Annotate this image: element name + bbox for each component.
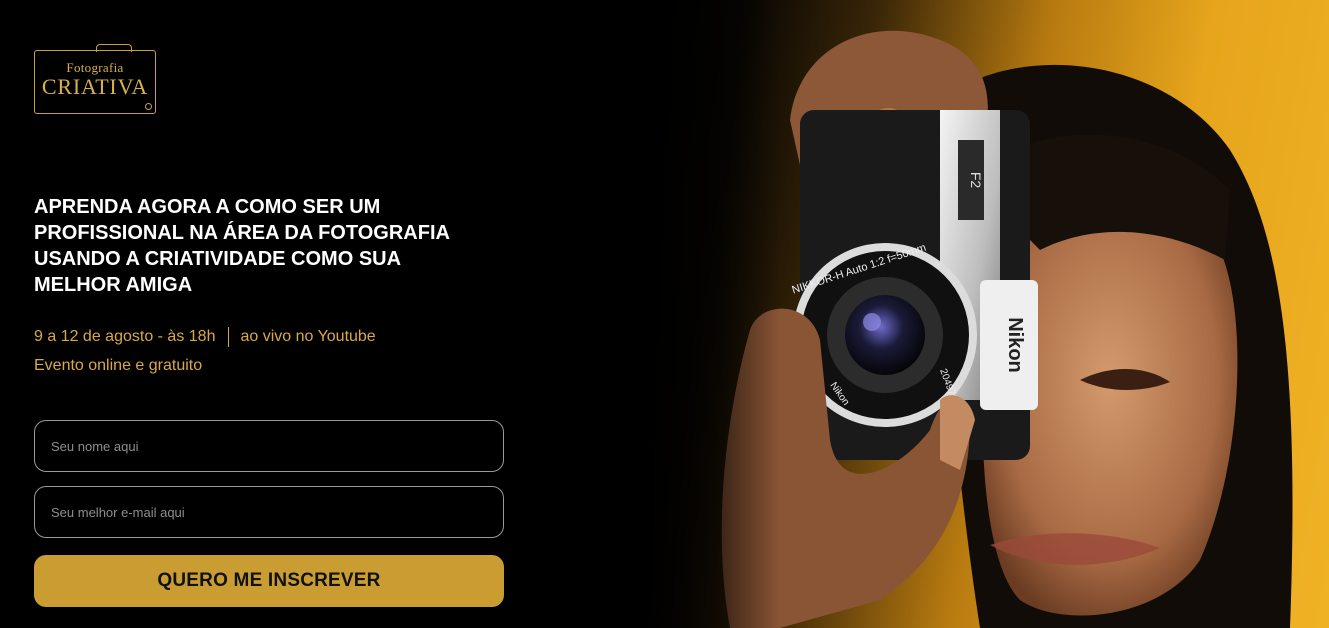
logo-line2: CRIATIVA [41, 74, 149, 99]
event-type: Evento online e gratuito [34, 357, 203, 374]
svg-text:F2: F2 [968, 172, 984, 189]
name-input[interactable] [34, 420, 504, 472]
event-dates: 9 a 12 de agosto - às 18h [34, 328, 216, 345]
logo-dot [145, 103, 152, 110]
svg-text:Nikon: Nikon [1004, 317, 1026, 373]
hero-fade-overlay [640, 0, 780, 628]
event-info: 9 a 12 de agosto - às 18h ao vivo no You… [34, 327, 376, 347]
divider [228, 327, 230, 347]
subscribe-button[interactable]: QUERO ME INSCREVER [34, 555, 504, 607]
page-headline: APRENDA AGORA A COMO SER UM PROFISSIONAL… [34, 196, 450, 296]
email-input[interactable] [34, 486, 504, 538]
hero-photo: F2 Nikon NIKKOR-H Auto 1:2 f=50mm 204971… [640, 0, 1329, 628]
logo: Fotografia CRIATIVA [34, 44, 158, 116]
event-channel: ao vivo no Youtube [240, 328, 376, 345]
